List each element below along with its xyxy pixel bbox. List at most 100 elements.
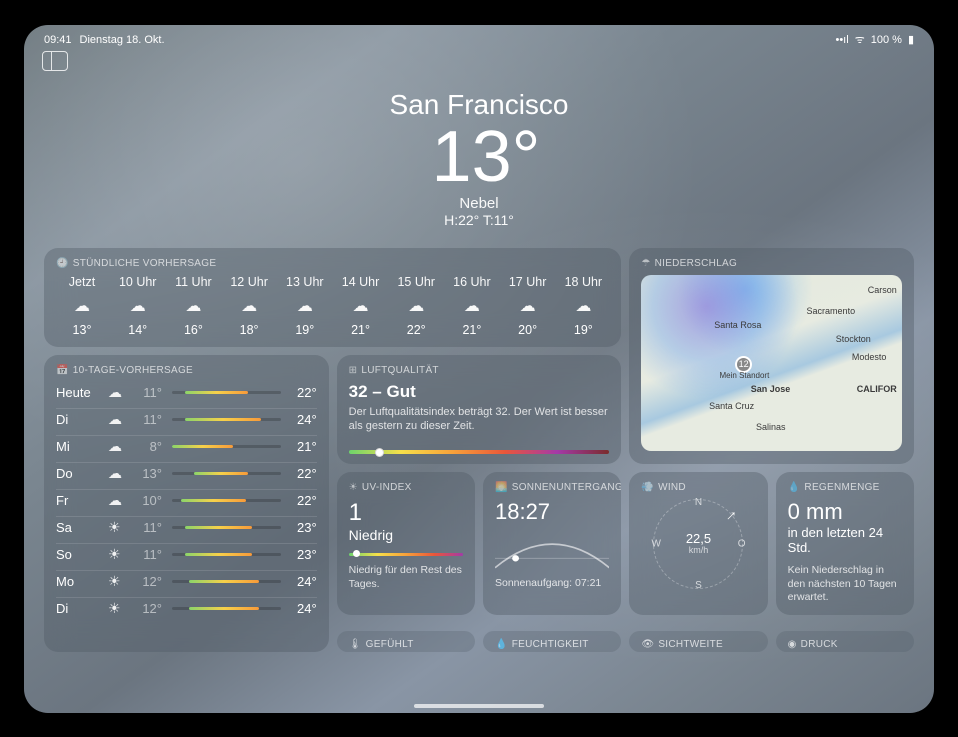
day-row[interactable]: Fr ☁ 10° 22° [56, 489, 317, 512]
precipitation-map-card[interactable]: ☂NIEDERSCHLAG Carson Sacramento Santa Ro… [629, 248, 914, 464]
sun-curve [495, 531, 609, 573]
day-low: 12° [136, 574, 162, 589]
hi-lo: H:22° T:11° [42, 212, 916, 228]
uv-spectrum [349, 553, 463, 557]
precipitation-map[interactable]: Carson Sacramento Santa Rosa Stockton Mo… [641, 275, 902, 451]
rain-value: 0 mm [788, 499, 902, 525]
hour-temp: 18° [223, 323, 275, 337]
umbrella-icon: ☂ [641, 258, 650, 269]
temp-range-bar [172, 499, 281, 503]
day-name: Sa [56, 520, 98, 535]
hour-temp: 14° [112, 323, 164, 337]
day-icon: ☀ [108, 519, 126, 536]
day-high: 23° [291, 547, 317, 562]
hourly-forecast-card[interactable]: 🕘STÜNDLICHE VORHERSAGE Jetzt☁13°10 Uhr☁1… [44, 248, 621, 347]
cloud-icon: ☁ [557, 296, 609, 316]
cloud-icon: ☁ [223, 296, 275, 316]
wind-compass: N O S W ↑ 22,5 km/h [653, 499, 743, 589]
pressure-card[interactable]: ◉DRUCK [776, 631, 914, 652]
temp-range-bar [172, 553, 281, 557]
rainfall-card[interactable]: 💧REGENMENGE 0 mm in den letzten 24 Std. … [776, 472, 914, 615]
day-high: 22° [291, 466, 317, 481]
day-row[interactable]: Di☀12°24° [56, 597, 317, 620]
current-temperature: 13° [56, 121, 916, 193]
day-row[interactable]: Heute☁11°22° [56, 382, 317, 404]
home-indicator[interactable] [414, 704, 544, 708]
air-quality-card[interactable]: ⊞LUFTQUALITÄT 32 – Gut Der Luftqualitäts… [337, 355, 622, 464]
eye-icon: 👁 [641, 639, 654, 650]
map-location-pin[interactable]: 12 [735, 356, 752, 373]
hour-column[interactable]: 15 Uhr☁22° [390, 275, 442, 337]
hour-column[interactable]: Jetzt☁13° [56, 275, 108, 337]
day-row[interactable]: So☀11°23° [56, 543, 317, 566]
day-row[interactable]: Mo☀12°24° [56, 570, 317, 593]
day-icon: ☁ [108, 492, 126, 509]
hour-column[interactable]: 13 Uhr☁19° [279, 275, 331, 337]
hour-label: Jetzt [56, 275, 108, 289]
day-icon: ☁ [108, 465, 126, 482]
day-icon: ☁ [108, 411, 126, 428]
wind-icon: 💨 [641, 482, 654, 493]
cloud-icon: ☁ [279, 296, 331, 316]
sunrise-label: Sonnenaufgang: 07:21 [495, 577, 609, 589]
day-high: 23° [291, 520, 317, 535]
thermometer-icon: 🌡 [349, 639, 362, 650]
day-icon: ☀ [108, 600, 126, 617]
day-row[interactable]: Sa ☀ 11° 23° [56, 516, 317, 539]
aq-spectrum [349, 450, 610, 454]
gauge-icon: ◉ [788, 639, 797, 650]
day-name: Mi [56, 439, 98, 454]
aq-icon: ⊞ [349, 365, 358, 376]
feels-like-card[interactable]: 🌡GEFÜHLT [337, 631, 475, 652]
hour-temp: 13° [56, 323, 108, 337]
temp-range-bar [172, 580, 281, 584]
hour-label: 12 Uhr [223, 275, 275, 289]
day-low: 11° [136, 385, 162, 400]
day-high: 21° [291, 439, 317, 454]
location-name: San Francisco [42, 89, 916, 121]
day-name: Heute [56, 385, 98, 400]
cloud-icon: ☁ [390, 296, 442, 316]
temp-range-bar [172, 472, 281, 476]
day-row[interactable]: Di☁11°24° [56, 408, 317, 431]
cloud-icon: ☁ [446, 296, 498, 316]
hour-column[interactable]: 14 Uhr☁21° [335, 275, 387, 337]
visibility-card[interactable]: 👁SICHTWEITE [629, 631, 767, 652]
wind-card[interactable]: 💨WIND N O S W ↑ 22,5 km/h [629, 472, 767, 615]
aq-desc: Der Luftqualitätsindex beträgt 32. Der W… [349, 405, 610, 435]
hour-temp: 19° [279, 323, 331, 337]
humidity-card[interactable]: 💧FEUCHTIGKEIT [483, 631, 621, 652]
hour-temp: 19° [557, 323, 609, 337]
day-low: 11° [136, 520, 162, 535]
day-row[interactable]: Mi☁8°21° [56, 435, 317, 458]
hour-temp: 20° [502, 323, 554, 337]
day-low: 11° [136, 547, 162, 562]
hour-column[interactable]: 18 Uhr☁19° [557, 275, 609, 337]
aq-value: 32 – Gut [349, 382, 610, 402]
uv-value: 1 [349, 499, 463, 527]
day-low: 10° [136, 493, 162, 508]
hour-column[interactable]: 17 Uhr☁20° [502, 275, 554, 337]
hour-column[interactable]: 12 Uhr ☁ 18° [223, 275, 275, 337]
rain-label: in den letzten 24 Std. [788, 525, 902, 556]
ten-day-forecast-card[interactable]: 📅10-TAGE-VORHERSAGE Heute☁11°22°Di☁11°24… [44, 355, 329, 652]
temp-range-bar [172, 418, 281, 422]
sunset-card[interactable]: 🌅SONNENUNTERGANG 18:27 Sonnenaufgang: 07… [483, 472, 621, 615]
cloud-icon: ☁ [167, 296, 219, 316]
day-high: 22° [291, 493, 317, 508]
day-low: 13° [136, 466, 162, 481]
hour-label: 10 Uhr [112, 275, 164, 289]
hour-column[interactable]: 16 Uhr☁21° [446, 275, 498, 337]
uv-index-card[interactable]: ☀UV-INDEX 1 Niedrig Niedrig für den Rest… [337, 472, 475, 615]
hour-column[interactable]: 10 Uhr☁14° [112, 275, 164, 337]
day-high: 24° [291, 601, 317, 616]
day-name: Fr [56, 493, 98, 508]
day-low: 11° [136, 412, 162, 427]
uv-label: Niedrig [349, 527, 463, 543]
day-row[interactable]: Do☁13°22° [56, 462, 317, 485]
hour-label: 11 Uhr [167, 275, 219, 289]
day-low: 12° [136, 601, 162, 616]
hour-column[interactable]: 11 Uhr☁16° [167, 275, 219, 337]
temp-range-bar [172, 391, 281, 395]
humidity-icon: 💧 [495, 639, 508, 650]
